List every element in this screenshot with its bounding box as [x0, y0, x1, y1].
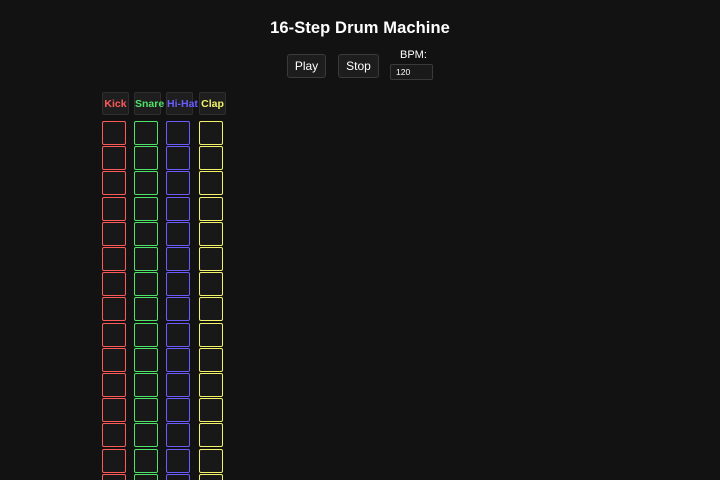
- step-pad-snare-13[interactable]: [134, 423, 158, 447]
- track-column-snare: Snare: [134, 92, 164, 480]
- step-pad-hi-hat-3[interactable]: [166, 171, 190, 195]
- step-pad-clap-12[interactable]: [199, 398, 223, 422]
- step-pad-snare-11[interactable]: [134, 373, 158, 397]
- step-pad-kick-5[interactable]: [102, 222, 126, 246]
- step-pad-snare-2[interactable]: [134, 146, 158, 170]
- step-pad-snare-1[interactable]: [134, 121, 158, 145]
- step-pad-kick-2[interactable]: [102, 146, 126, 170]
- step-pad-clap-7[interactable]: [199, 272, 223, 296]
- step-pad-kick-13[interactable]: [102, 423, 126, 447]
- step-pad-clap-8[interactable]: [199, 297, 223, 321]
- step-pad-hi-hat-1[interactable]: [166, 121, 190, 145]
- step-pad-snare-14[interactable]: [134, 449, 158, 473]
- step-pad-clap-10[interactable]: [199, 348, 223, 372]
- step-pad-clap-6[interactable]: [199, 247, 223, 271]
- track-header-snare: Snare: [134, 92, 164, 115]
- step-pad-hi-hat-13[interactable]: [166, 423, 190, 447]
- step-pad-kick-7[interactable]: [102, 272, 126, 296]
- step-pad-clap-13[interactable]: [199, 423, 223, 447]
- transport-controls: Play Stop BPM:: [0, 49, 720, 83]
- step-pad-kick-12[interactable]: [102, 398, 126, 422]
- page-title: 16-Step Drum Machine: [270, 19, 450, 37]
- step-pad-kick-8[interactable]: [102, 297, 126, 321]
- step-pad-hi-hat-10[interactable]: [166, 348, 190, 372]
- play-button[interactable]: Play: [287, 54, 326, 78]
- stop-button[interactable]: Stop: [338, 54, 379, 78]
- step-pad-snare-8[interactable]: [134, 297, 158, 321]
- step-pad-hi-hat-6[interactable]: [166, 247, 190, 271]
- step-pad-snare-5[interactable]: [134, 222, 158, 246]
- step-pad-snare-9[interactable]: [134, 323, 158, 347]
- step-pad-kick-4[interactable]: [102, 197, 126, 221]
- step-pad-kick-3[interactable]: [102, 171, 126, 195]
- drum-machine-app: 16-Step Drum Machine Play Stop BPM: Kick…: [0, 0, 720, 480]
- step-pad-hi-hat-11[interactable]: [166, 373, 190, 397]
- step-pad-clap-11[interactable]: [199, 373, 223, 397]
- track-header-kick: Kick: [102, 92, 129, 115]
- track-header-clap: Clap: [199, 92, 226, 115]
- step-pad-snare-6[interactable]: [134, 247, 158, 271]
- step-pad-kick-15[interactable]: [102, 474, 126, 480]
- step-pad-clap-5[interactable]: [199, 222, 223, 246]
- step-pad-hi-hat-5[interactable]: [166, 222, 190, 246]
- step-pad-kick-9[interactable]: [102, 323, 126, 347]
- step-pad-snare-3[interactable]: [134, 171, 158, 195]
- step-pad-clap-3[interactable]: [199, 171, 223, 195]
- bpm-label: BPM:: [400, 49, 427, 61]
- step-pad-kick-10[interactable]: [102, 348, 126, 372]
- track-column-clap: Clap: [199, 92, 226, 480]
- track-header-hi-hat: Hi-Hat: [166, 92, 198, 115]
- track-column-kick: Kick: [102, 92, 129, 480]
- step-pad-kick-6[interactable]: [102, 247, 126, 271]
- step-pad-clap-1[interactable]: [199, 121, 223, 145]
- step-pad-clap-2[interactable]: [199, 146, 223, 170]
- step-pad-hi-hat-12[interactable]: [166, 398, 190, 422]
- step-pad-snare-12[interactable]: [134, 398, 158, 422]
- step-pad-clap-14[interactable]: [199, 449, 223, 473]
- step-pad-snare-4[interactable]: [134, 197, 158, 221]
- step-pad-hi-hat-4[interactable]: [166, 197, 190, 221]
- step-pad-clap-15[interactable]: [199, 474, 223, 480]
- step-pad-hi-hat-7[interactable]: [166, 272, 190, 296]
- step-pad-snare-10[interactable]: [134, 348, 158, 372]
- step-pad-clap-4[interactable]: [199, 197, 223, 221]
- step-pad-snare-15[interactable]: [134, 474, 158, 480]
- track-column-hi-hat: Hi-Hat: [166, 92, 198, 480]
- step-pad-snare-7[interactable]: [134, 272, 158, 296]
- step-pad-kick-11[interactable]: [102, 373, 126, 397]
- step-pad-hi-hat-2[interactable]: [166, 146, 190, 170]
- step-pad-clap-9[interactable]: [199, 323, 223, 347]
- step-pad-hi-hat-14[interactable]: [166, 449, 190, 473]
- step-pad-kick-14[interactable]: [102, 449, 126, 473]
- step-pad-hi-hat-15[interactable]: [166, 474, 190, 480]
- step-pad-hi-hat-8[interactable]: [166, 297, 190, 321]
- bpm-input[interactable]: [390, 64, 433, 80]
- step-pad-kick-1[interactable]: [102, 121, 126, 145]
- step-pad-hi-hat-9[interactable]: [166, 323, 190, 347]
